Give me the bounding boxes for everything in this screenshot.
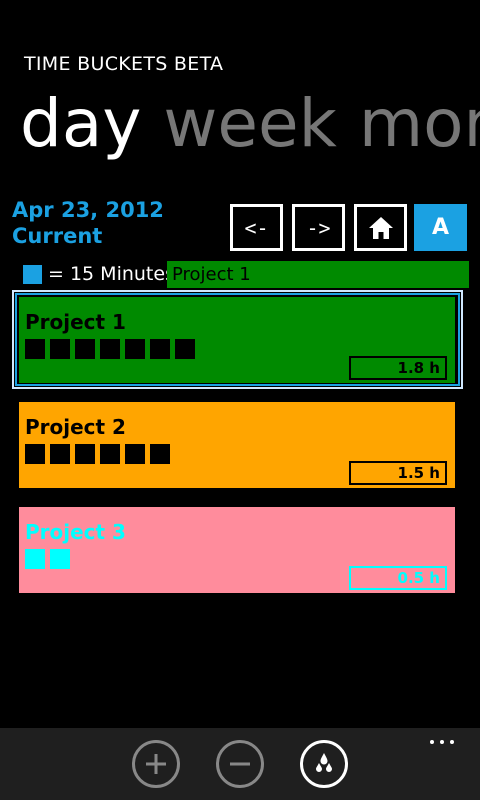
project-name: Project 3 [25,520,126,544]
add-button[interactable] [132,740,180,788]
prev-day-button[interactable]: <- [230,204,283,251]
time-block [125,444,145,464]
time-blocks [25,339,195,359]
current-project-bar: Project 1 [167,261,469,288]
paint-drops-icon [316,753,332,772]
remove-icon [230,762,250,766]
legend-text: = 15 Minutes [48,263,175,285]
project-name: Project 2 [25,415,126,439]
current-date: Apr 23, 2012 [12,198,164,222]
date-subtitle: Current [12,224,103,248]
time-block [175,339,195,359]
project-hours: 1.8 h [349,356,447,380]
project-hours: 1.5 h [349,461,447,485]
time-blocks [25,549,70,569]
project-card[interactable]: Project 2 1.5 h [19,402,455,488]
time-blocks [25,444,170,464]
time-block [25,549,45,569]
time-block [50,339,70,359]
time-block [75,444,95,464]
auto-button[interactable]: A [414,204,467,251]
pivot-item-day[interactable]: day [20,82,141,166]
legend-swatch [23,265,42,284]
project-card[interactable]: Project 3 0.5 h [19,507,455,593]
time-block [150,339,170,359]
time-block [50,444,70,464]
project-card[interactable]: Project 1 1.8 h [19,297,455,383]
pivot-item-week[interactable]: week [163,82,336,166]
pivot-header: dayweek month [20,82,480,166]
time-block [100,444,120,464]
app-title: TIME BUCKETS BETA [24,53,224,75]
time-block [50,549,70,569]
remove-button[interactable] [216,740,264,788]
project-name: Project 1 [25,310,126,334]
project-hours: 0.5 h [349,566,447,590]
time-block [150,444,170,464]
time-block [75,339,95,359]
time-block [125,339,145,359]
time-block [25,339,45,359]
home-button[interactable] [354,204,407,251]
more-ellipsis-icon[interactable] [430,740,454,744]
pivot-item-month[interactable]: month [359,82,480,166]
time-block [100,339,120,359]
color-button[interactable] [300,740,348,788]
home-icon [368,216,393,239]
add-icon [146,754,166,774]
next-day-button[interactable]: -> [292,204,345,251]
time-block [25,444,45,464]
app-bar [0,728,480,800]
